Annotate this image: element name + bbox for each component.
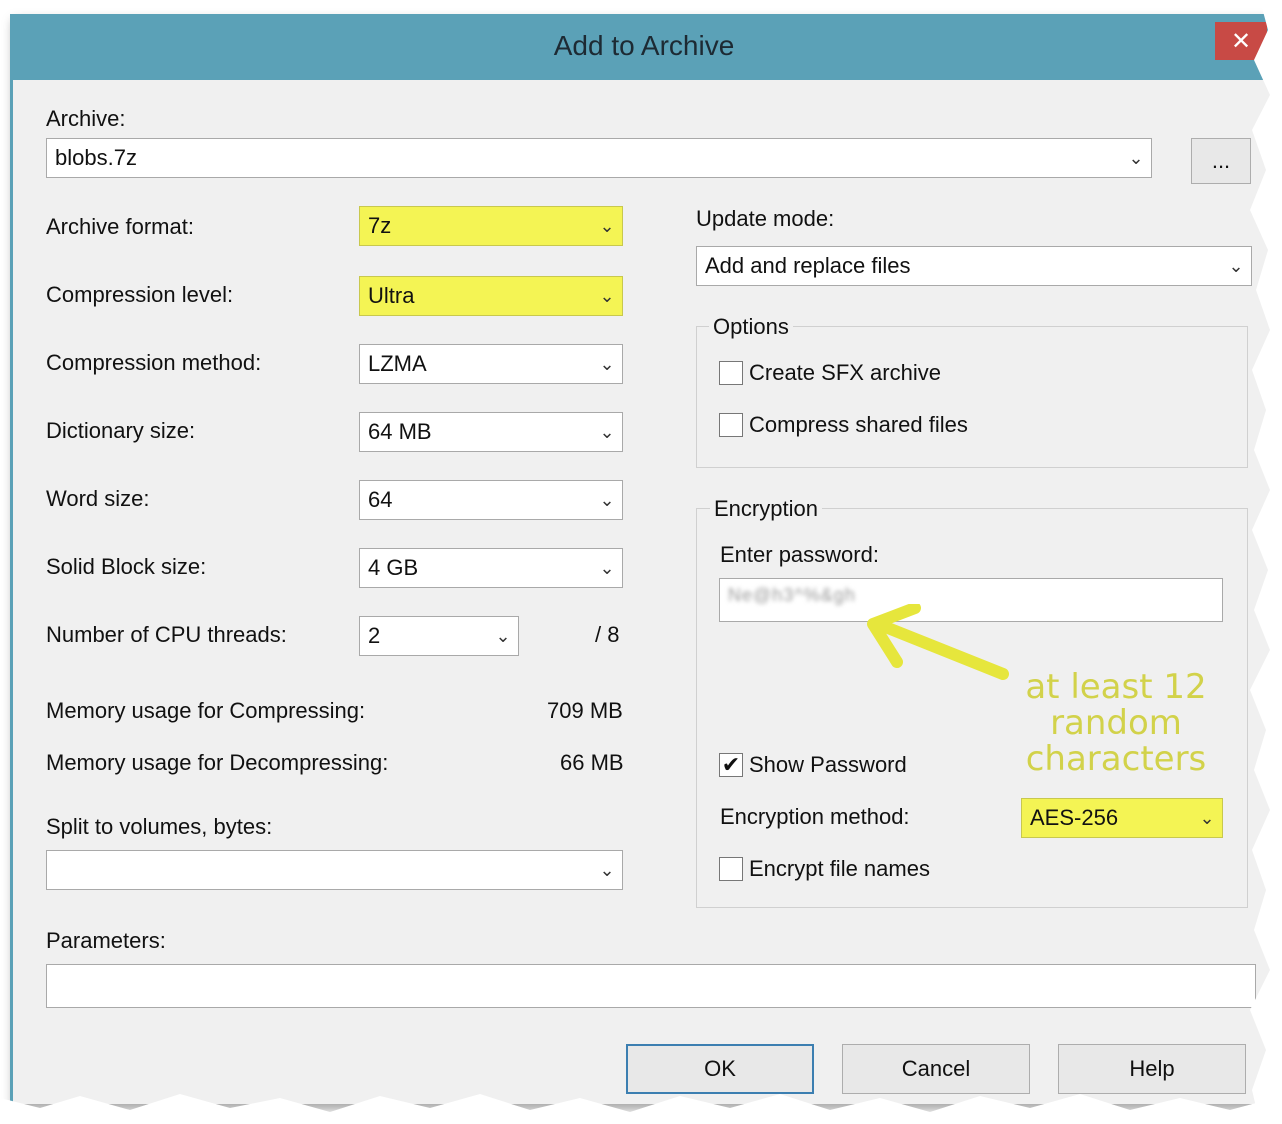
word-size-label: Word size: — [46, 486, 150, 511]
chevron-down-icon: ⌄ — [599, 285, 615, 306]
password-value: Ne@h3^%&gh — [728, 585, 856, 605]
torn-edge-bottom — [0, 1094, 1282, 1124]
memory-decompress-label: Memory usage for Decompressing: — [46, 750, 389, 775]
cpu-threads-max: / 8 — [595, 622, 620, 647]
split-volumes-label: Split to volumes, bytes: — [46, 814, 273, 839]
checkmark-icon: ✔ — [721, 752, 741, 777]
compress-shared-label: Compress shared files — [749, 412, 968, 437]
chevron-down-icon[interactable]: ⌄ — [1121, 148, 1151, 169]
memory-compress-label: Memory usage for Compressing: — [46, 698, 366, 723]
dictionary-size-label: Dictionary size: — [46, 418, 196, 443]
annotation-line-2: random — [1050, 703, 1182, 743]
dictionary-size-value: 64 MB — [368, 419, 432, 444]
archive-format-value: 7z — [368, 213, 392, 238]
cpu-threads-select[interactable]: 2 ⌄ — [359, 616, 519, 656]
arrow-icon — [867, 604, 1009, 680]
chevron-down-icon: ⌄ — [1199, 807, 1215, 828]
compress-shared-row[interactable]: Compress shared files — [719, 412, 968, 438]
cpu-threads-label: Number of CPU threads: — [46, 622, 287, 647]
show-password-checkbox[interactable]: ✔ — [719, 753, 743, 777]
parameters-input[interactable] — [46, 964, 1256, 1008]
options-group — [696, 326, 1248, 468]
add-to-archive-dialog: Add to Archive ✕ Archive: blobs.7z ⌄ ...… — [10, 14, 1275, 1104]
encrypt-names-label: Encrypt file names — [749, 856, 930, 881]
split-volumes-select[interactable]: ⌄ — [46, 850, 623, 890]
update-mode-label: Update mode: — [696, 206, 835, 231]
show-password-label: Show Password — [749, 752, 907, 777]
archive-format-label: Archive format: — [46, 214, 194, 239]
archive-path-value: blobs.7z — [55, 145, 137, 170]
create-sfx-checkbox[interactable] — [719, 361, 743, 385]
parameters-label: Parameters: — [46, 928, 166, 953]
encryption-group-title: Encryption — [710, 496, 822, 522]
chevron-down-icon: ⌄ — [599, 489, 615, 510]
create-sfx-row[interactable]: Create SFX archive — [719, 360, 941, 386]
chevron-down-icon: ⌄ — [599, 353, 615, 374]
window-title: Add to Archive — [553, 30, 735, 61]
create-sfx-label: Create SFX archive — [749, 360, 941, 385]
chevron-down-icon: ⌄ — [495, 625, 511, 646]
compress-shared-checkbox[interactable] — [719, 413, 743, 437]
password-annotation: at least 12 random characters — [1013, 669, 1219, 777]
compression-level-value: Ultra — [368, 283, 415, 308]
encryption-method-label: Encryption method: — [720, 804, 910, 829]
chevron-down-icon: ⌄ — [599, 421, 615, 442]
browse-button-label: ... — [1211, 148, 1231, 173]
compression-method-value: LZMA — [368, 351, 427, 376]
encryption-method-select[interactable]: AES-256 ⌄ — [1021, 798, 1223, 838]
word-size-select[interactable]: 64 ⌄ — [359, 480, 623, 520]
update-mode-select[interactable]: Add and replace files ⌄ — [696, 246, 1252, 286]
compression-level-select[interactable]: Ultra ⌄ — [359, 276, 623, 316]
help-button-label: Help — [1129, 1056, 1175, 1081]
cancel-button-label: Cancel — [901, 1056, 971, 1081]
encrypt-names-checkbox[interactable] — [719, 857, 743, 881]
solid-block-size-value: 4 GB — [368, 555, 419, 580]
archive-label: Archive: — [46, 106, 126, 131]
title-bar: Add to Archive ✕ — [13, 14, 1275, 80]
archive-path-combo[interactable]: blobs.7z ⌄ — [46, 138, 1152, 178]
update-mode-value: Add and replace files — [705, 253, 911, 278]
ok-button-label: OK — [704, 1056, 736, 1081]
encrypt-names-row[interactable]: Encrypt file names — [719, 856, 930, 882]
chevron-down-icon: ⌄ — [599, 215, 615, 236]
torn-edge-right — [1250, 0, 1282, 1124]
options-group-title: Options — [709, 314, 793, 340]
annotation-line-3: characters — [1025, 739, 1207, 779]
dictionary-size-select[interactable]: 64 MB ⌄ — [359, 412, 623, 452]
memory-compress-value: 709 MB — [547, 698, 623, 723]
annotation-line-1: at least 12 — [1025, 667, 1207, 707]
chevron-down-icon: ⌄ — [599, 557, 615, 578]
compression-method-select[interactable]: LZMA ⌄ — [359, 344, 623, 384]
show-password-row[interactable]: ✔ Show Password — [719, 752, 907, 778]
encryption-method-value: AES-256 — [1030, 805, 1119, 830]
solid-block-size-select[interactable]: 4 GB ⌄ — [359, 548, 623, 588]
memory-decompress-value: 66 MB — [560, 750, 624, 775]
solid-block-size-label: Solid Block size: — [46, 554, 207, 579]
word-size-value: 64 — [368, 487, 393, 512]
compression-level-label: Compression level: — [46, 282, 234, 307]
cpu-threads-value: 2 — [368, 623, 381, 648]
compression-method-label: Compression method: — [46, 350, 262, 375]
archive-format-select[interactable]: 7z ⌄ — [359, 206, 623, 246]
chevron-down-icon: ⌄ — [599, 859, 615, 880]
password-label: Enter password: — [720, 542, 879, 567]
